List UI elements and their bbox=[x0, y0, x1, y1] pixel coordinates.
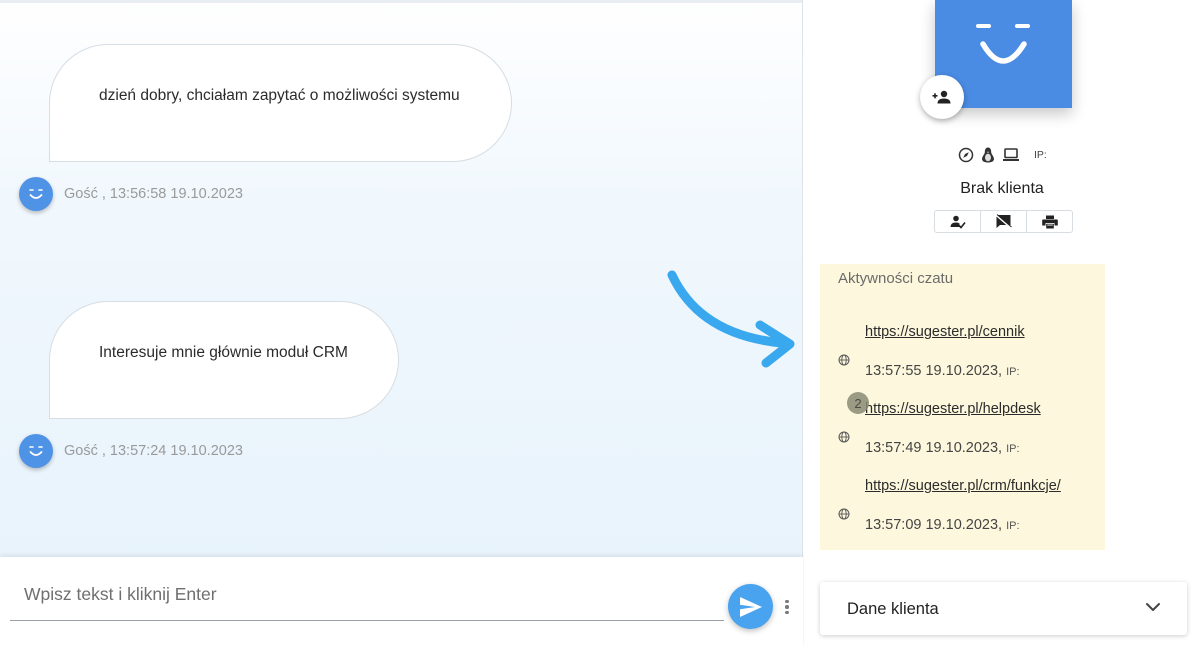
activity-timestamp: 13:57:49 19.10.2023, bbox=[865, 440, 1003, 456]
close-chat-button[interactable] bbox=[980, 211, 1026, 232]
assign-person-icon bbox=[950, 215, 966, 229]
activity-item: https://sugester.pl/crm/funkcje/ 13:57:0… bbox=[820, 478, 1105, 548]
guest-avatar bbox=[19, 177, 53, 211]
activity-time: 13:57:49 19.10.2023, IP: bbox=[865, 440, 1020, 456]
dot bbox=[785, 605, 789, 609]
client-data-accordion[interactable]: Dane klienta bbox=[820, 582, 1187, 635]
activity-title: Aktywności czatu bbox=[838, 270, 954, 287]
message-timestamp: Gość , 13:56:58 19.10.2023 bbox=[64, 186, 243, 202]
ip-label: IP: bbox=[1034, 149, 1047, 161]
chat-message-meta: Gość , 13:56:58 19.10.2023 bbox=[19, 177, 243, 211]
message-composer bbox=[0, 557, 803, 648]
chat-message-text: dzień dobry, chciałam zapytać o możliwoś… bbox=[99, 87, 460, 104]
more-options-button[interactable] bbox=[780, 595, 794, 619]
smiley-icon bbox=[29, 189, 43, 199]
chat-message-meta: Gość , 13:57:24 19.10.2023 bbox=[19, 434, 243, 468]
smiley-icon bbox=[29, 446, 43, 456]
chat-message-bubble: Interesuje mnie głównie moduł CRM bbox=[49, 301, 399, 419]
globe-icon bbox=[838, 431, 850, 443]
assign-client-button[interactable] bbox=[920, 75, 964, 119]
visit-count-badge: 2 bbox=[847, 392, 869, 414]
dot bbox=[785, 599, 789, 604]
laptop-icon bbox=[1003, 148, 1019, 161]
message-input[interactable] bbox=[10, 569, 724, 621]
send-button[interactable] bbox=[728, 584, 773, 629]
compass-icon bbox=[958, 147, 974, 163]
chat-message-text: Interesuje mnie głównie moduł CRM bbox=[99, 344, 348, 361]
activity-item: https://sugester.pl/cennik 13:57:55 19.1… bbox=[820, 324, 1105, 394]
activity-time: 13:57:09 19.10.2023, IP: bbox=[865, 517, 1020, 533]
activity-ip-label: IP: bbox=[1006, 520, 1020, 532]
client-panel: IP: Brak klienta Aktywności czatu https:… bbox=[804, 0, 1200, 648]
globe-icon bbox=[838, 354, 850, 366]
activity-time: 13:57:55 19.10.2023, IP: bbox=[865, 363, 1020, 379]
linux-penguin-icon bbox=[982, 147, 994, 163]
activity-ip-label: IP: bbox=[1006, 366, 1020, 378]
assign-person-button[interactable] bbox=[935, 211, 980, 232]
dot bbox=[785, 610, 789, 615]
send-icon bbox=[739, 596, 762, 617]
globe-icon bbox=[838, 508, 850, 520]
chat-activity-box: Aktywności czatu https://sugester.pl/cen… bbox=[820, 264, 1105, 550]
print-button[interactable] bbox=[1026, 211, 1072, 232]
arrow-annotation-icon bbox=[667, 270, 795, 368]
chevron-down-icon bbox=[1146, 603, 1160, 611]
message-timestamp: Gość , 13:57:24 19.10.2023 bbox=[64, 443, 243, 459]
client-name: Brak klienta bbox=[960, 180, 1044, 197]
person-add-icon bbox=[932, 90, 951, 104]
print-icon bbox=[1041, 215, 1058, 228]
guest-avatar bbox=[19, 434, 53, 468]
activity-url-link[interactable]: https://sugester.pl/cennik bbox=[865, 324, 1025, 340]
activity-timestamp: 13:57:09 19.10.2023, bbox=[865, 517, 1003, 533]
activity-url-link[interactable]: https://sugester.pl/helpdesk bbox=[865, 401, 1041, 417]
client-action-group bbox=[934, 210, 1073, 233]
client-data-title: Dane klienta bbox=[847, 600, 939, 618]
activity-timestamp: 13:57:55 19.10.2023, bbox=[865, 363, 1003, 379]
activity-ip-label: IP: bbox=[1006, 443, 1020, 455]
device-info: IP: bbox=[958, 146, 1047, 164]
activity-url-link[interactable]: https://sugester.pl/crm/funkcje/ bbox=[865, 478, 1061, 494]
close-chat-icon bbox=[995, 214, 1012, 229]
chat-message-bubble: dzień dobry, chciałam zapytać o możliwoś… bbox=[49, 44, 512, 162]
